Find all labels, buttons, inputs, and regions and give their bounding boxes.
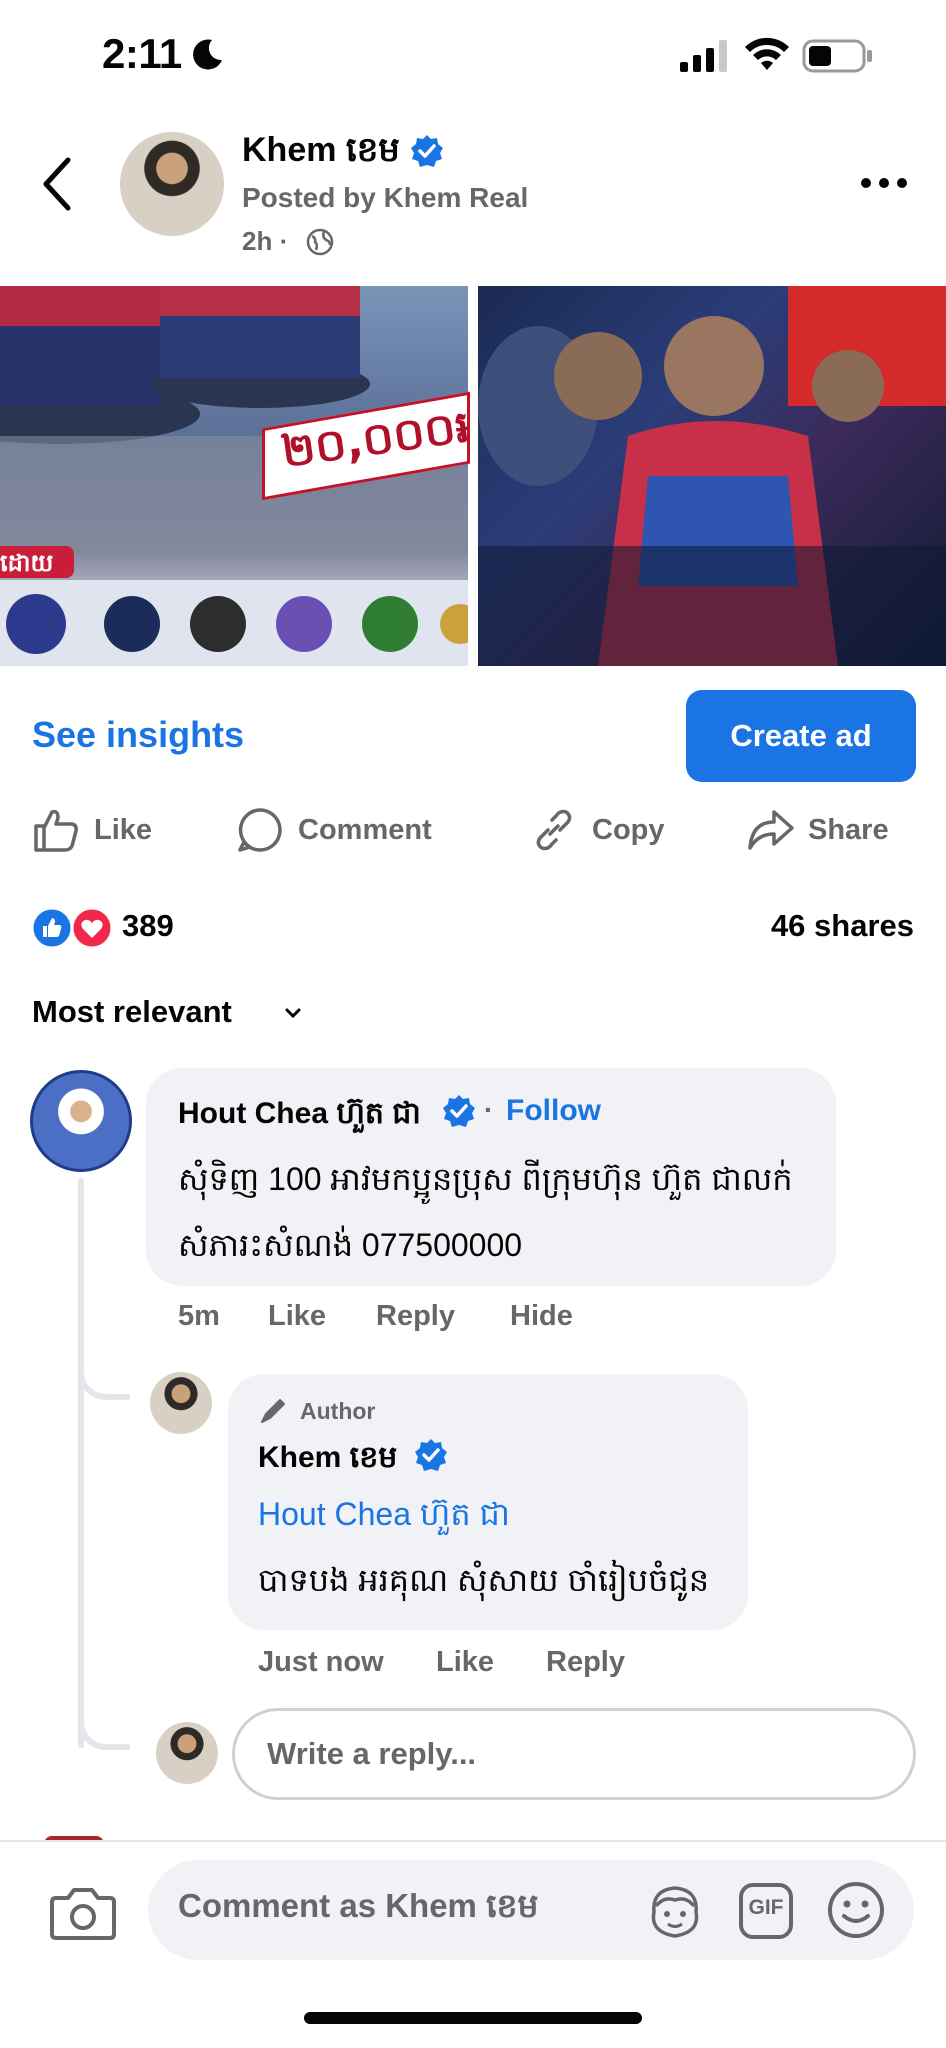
sponsor-logo-strip: [0, 580, 480, 666]
camera-icon[interactable]: [50, 1884, 116, 1942]
reaction-icons[interactable]: [30, 906, 114, 950]
moon-icon: [193, 39, 222, 70]
pen-icon: [261, 1399, 285, 1423]
thread-connector: [78, 1340, 130, 1400]
reply-author-avatar[interactable]: [150, 1372, 212, 1434]
reply-author-name[interactable]: Khem ខេម: [258, 1438, 397, 1482]
verified-badge-icon: [443, 1095, 475, 1127]
cellular-signal-icon: [680, 40, 727, 72]
gif-button[interactable]: GIF: [738, 1882, 794, 1940]
follow-button[interactable]: Follow: [506, 1094, 601, 1128]
thread-line: [78, 1178, 84, 1748]
comment-button[interactable]: Comment: [236, 802, 432, 858]
globe-icon: [306, 228, 334, 256]
share-arrow-icon: [748, 810, 794, 850]
comment-sort-dropdown[interactable]: Most relevant: [32, 994, 232, 1030]
post-image-right[interactable]: [478, 286, 946, 666]
copy-label: Copy: [592, 813, 665, 846]
link-icon: [536, 809, 572, 851]
emoji-icon[interactable]: [826, 1880, 886, 1940]
comment-time: 5m: [178, 1300, 220, 1332]
back-button[interactable]: [38, 154, 78, 214]
like-label: Like: [94, 813, 153, 846]
wifi-icon: [745, 37, 789, 70]
image-banner-text: ដោយ: [0, 550, 54, 577]
chevron-down-icon: [285, 1008, 301, 1019]
avatar-sticker-icon[interactable]: [644, 1882, 706, 1940]
comment-label: Comment: [298, 813, 432, 846]
author-badge: Author: [300, 1398, 376, 1424]
divider: [0, 1840, 946, 1842]
thumbs-up-icon: [34, 809, 78, 852]
current-user-avatar: [156, 1722, 218, 1784]
reaction-count[interactable]: 389: [122, 908, 174, 944]
verified-badge-icon: [411, 135, 443, 167]
shares-count[interactable]: 46 shares: [771, 908, 914, 944]
commenter-name[interactable]: Hout Chea ហ៊ួត ជា: [178, 1094, 421, 1138]
posted-by-text: Posted by Khem Real: [242, 182, 529, 213]
comment-input[interactable]: Comment as Khem ខេម: [148, 1860, 914, 1960]
reply-time: Just now: [258, 1646, 384, 1678]
see-insights-link[interactable]: See insights: [32, 714, 244, 756]
share-label: Share: [808, 813, 889, 846]
separator-dot: ·: [484, 1094, 494, 1125]
comment-reply-button[interactable]: Reply: [376, 1300, 455, 1333]
commenter-avatar[interactable]: [30, 1070, 132, 1172]
author-avatar[interactable]: [120, 132, 224, 236]
comment-hide-button[interactable]: Hide: [510, 1300, 573, 1333]
author-name[interactable]: Khem ខេម: [242, 128, 400, 178]
battery-icon: [802, 39, 872, 73]
more-options-button[interactable]: [858, 168, 910, 198]
reply-text: បាទបង អរគុណ សុំសាយ ចាំរៀបចំជូន: [258, 1562, 710, 1598]
reply-reply-button[interactable]: Reply: [546, 1646, 625, 1679]
comment-text: សុំទិញ 100 អាវមកប្អូនប្រុស ពីក្រុមហ៊ុន ហ…: [178, 1161, 793, 1263]
create-ad-button[interactable]: Create ad: [686, 690, 916, 782]
share-button[interactable]: Share: [746, 802, 889, 858]
reply-mention-link[interactable]: Hout Chea ហ៊ួត ជា: [258, 1494, 510, 1541]
status-time: 2:11: [102, 30, 182, 77]
reply-like-button[interactable]: Like: [436, 1646, 494, 1679]
thread-connector: [78, 1690, 130, 1750]
comment-like-button[interactable]: Like: [268, 1300, 326, 1333]
like-button[interactable]: Like: [32, 802, 152, 858]
write-reply-input[interactable]: Write a reply...: [232, 1708, 916, 1800]
verified-badge-icon: [415, 1439, 447, 1471]
copy-button[interactable]: Copy: [530, 802, 665, 858]
post-time: 2h ·: [242, 226, 289, 256]
home-indicator[interactable]: [304, 2012, 642, 2024]
gif-label: GIF: [748, 1896, 784, 1919]
comment-bubble-icon: [238, 808, 282, 852]
